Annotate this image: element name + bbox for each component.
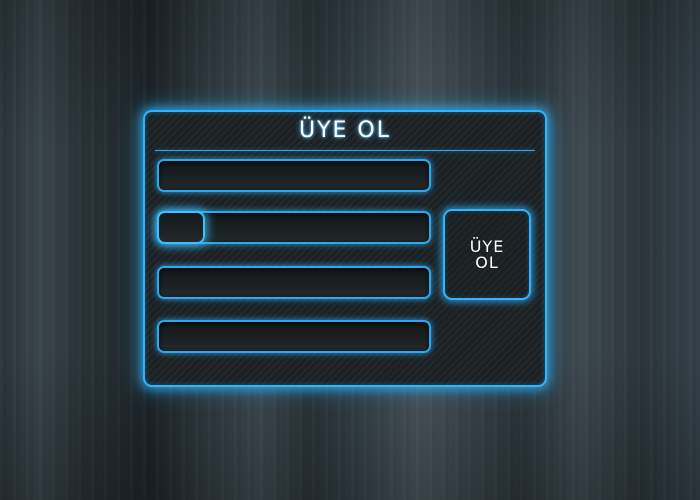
register-button[interactable]: ÜYE OL (443, 209, 531, 300)
field-focus-highlight (157, 211, 205, 244)
register-field-1[interactable] (157, 159, 431, 192)
register-field-3[interactable] (157, 266, 431, 299)
register-panel: ÜYE OL ÜYE OL (143, 110, 547, 387)
panel-title: ÜYE OL (298, 118, 391, 143)
register-field-4[interactable] (157, 320, 431, 353)
register-button-label: ÜYE OL (469, 236, 505, 272)
title-divider (155, 150, 535, 151)
